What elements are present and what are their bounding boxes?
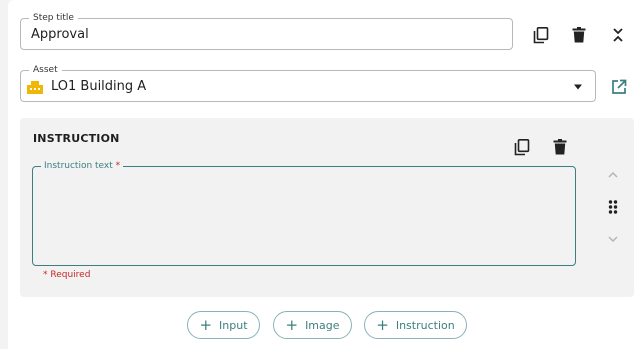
delete-instruction-button[interactable] bbox=[549, 136, 571, 158]
drag-handle[interactable] bbox=[602, 196, 624, 218]
open-in-new-icon bbox=[612, 79, 627, 94]
add-instruction-button[interactable]: + Instruction bbox=[364, 311, 467, 339]
add-input-button[interactable]: + Input bbox=[187, 311, 260, 339]
plus-icon: + bbox=[376, 315, 389, 334]
trash-icon bbox=[572, 27, 586, 43]
instruction-text-label: Instruction text * bbox=[41, 160, 124, 172]
instruction-text-field[interactable]: Instruction text * bbox=[32, 160, 576, 266]
required-star: * bbox=[115, 161, 121, 171]
copy-icon bbox=[533, 26, 549, 43]
copy-icon bbox=[514, 138, 530, 155]
asset-select[interactable]: Asset LO1 Building A bbox=[20, 64, 596, 102]
add-instruction-label: Instruction bbox=[395, 318, 455, 332]
building-icon bbox=[27, 81, 43, 94]
drag-handle-icon bbox=[608, 200, 618, 214]
asset-label: Asset bbox=[29, 64, 62, 76]
instruction-panel: INSTRUCTION Instruction text * * Require… bbox=[20, 118, 634, 297]
trash-icon bbox=[553, 139, 567, 155]
add-image-label: Image bbox=[305, 318, 340, 332]
instruction-text-label-text: Instruction text bbox=[44, 161, 113, 171]
chevron-down-icon bbox=[608, 236, 618, 242]
required-hint: * Required bbox=[43, 270, 91, 280]
collapse-step-button[interactable] bbox=[607, 24, 629, 46]
move-down-button[interactable] bbox=[602, 228, 624, 250]
collapse-icon bbox=[613, 28, 623, 42]
open-asset-button[interactable] bbox=[608, 76, 630, 98]
chevron-up-icon bbox=[608, 172, 618, 178]
copy-instruction-button[interactable] bbox=[511, 136, 533, 158]
add-input-label: Input bbox=[219, 318, 248, 332]
step-title-label: Step title bbox=[29, 12, 78, 24]
caret-down-icon bbox=[574, 84, 582, 90]
delete-step-button[interactable] bbox=[568, 24, 590, 46]
step-title-value[interactable]: Approval bbox=[31, 27, 89, 42]
step-card: Step title Approval Asset LO1 Building A… bbox=[8, 0, 644, 349]
copy-step-button[interactable] bbox=[530, 24, 552, 46]
plus-icon: + bbox=[199, 315, 213, 334]
step-title-field[interactable]: Step title Approval bbox=[20, 12, 513, 50]
move-up-button[interactable] bbox=[602, 164, 624, 186]
asset-value: LO1 Building A bbox=[51, 79, 147, 94]
add-image-button[interactable]: + Image bbox=[273, 311, 352, 339]
instruction-heading: INSTRUCTION bbox=[33, 132, 120, 145]
plus-icon: + bbox=[285, 315, 299, 334]
